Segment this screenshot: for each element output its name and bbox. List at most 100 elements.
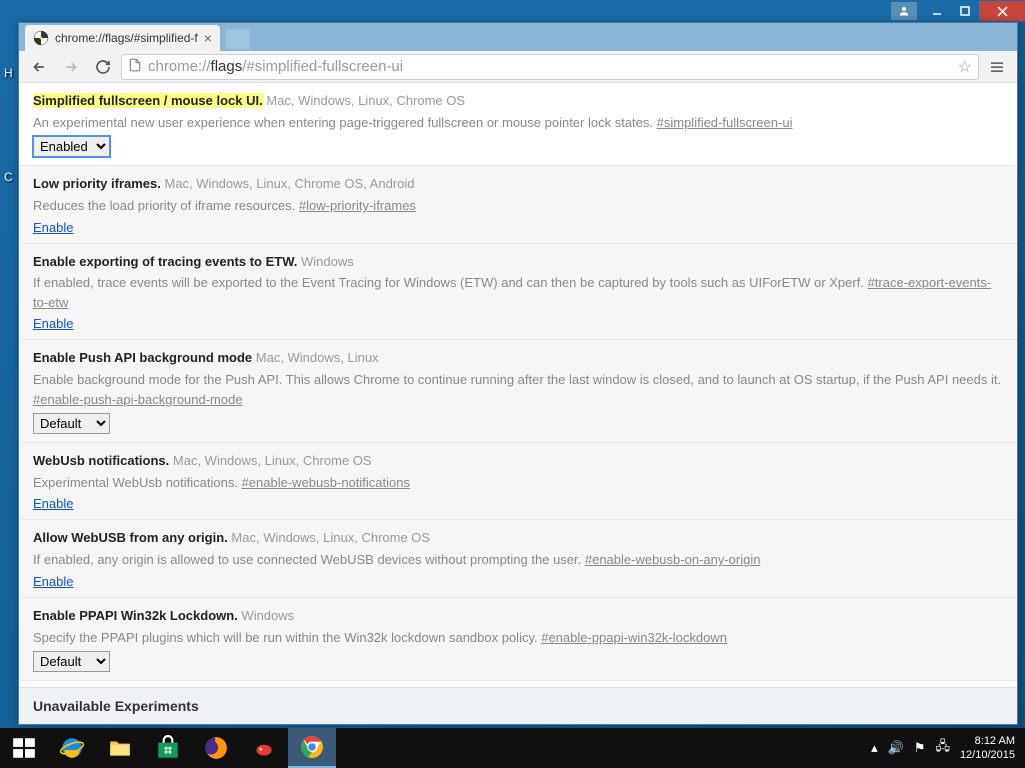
windows-taskbar: ▴ 🔊 ⚑ 🖧 8:12 AM 12/10/2015: [0, 728, 1025, 768]
maximize-button[interactable]: [951, 1, 979, 21]
user-button[interactable]: [891, 2, 917, 20]
experiment-anchor-link[interactable]: #enable-ppapi-win32k-lockdown: [541, 630, 727, 645]
experiment-description: If enabled, trace events will be exporte…: [33, 273, 1003, 312]
chrome-icon: [299, 734, 325, 760]
browser-window: chrome://flags/#simplified-f × chrome://…: [18, 22, 1018, 725]
close-button[interactable]: [979, 1, 1025, 21]
experiment-title: Enable Push API background mode: [33, 350, 252, 365]
arrow-right-icon: [63, 59, 79, 75]
experiment-row: Enable Push API background mode Mac, Win…: [19, 340, 1017, 443]
folder-icon: [107, 735, 133, 761]
experiment-description: An experimental new user experience when…: [33, 113, 1003, 133]
network-icon[interactable]: 🖧: [935, 737, 950, 759]
experiment-row: Enable PPAPI Win32k Lockdown. Windows Sp…: [19, 598, 1017, 681]
start-button[interactable]: [0, 728, 48, 768]
experiment-enable-link[interactable]: Enable: [33, 496, 73, 511]
experiment-anchor-link[interactable]: #enable-webusb-on-any-origin: [585, 552, 761, 567]
experiment-title: Allow WebUSB from any origin.: [33, 530, 228, 545]
forward-button[interactable]: [57, 54, 85, 80]
experiment-description: Experimental WebUsb notifications. #enab…: [33, 473, 1003, 493]
experiment-title: Enable PPAPI Win32k Lockdown.: [33, 608, 238, 623]
experiment-select[interactable]: DefaultEnabledDisabled: [33, 651, 110, 672]
experiment-row: Low priority iframes. Mac, Windows, Linu…: [19, 166, 1017, 243]
page-content[interactable]: Simplified fullscreen / mouse lock UI. M…: [19, 83, 1017, 724]
tab-strip: chrome://flags/#simplified-f ×: [19, 23, 1017, 51]
experiment-anchor-link[interactable]: #enable-push-api-background-mode: [33, 392, 243, 407]
arrow-left-icon: [31, 59, 47, 75]
taskbar-firefox[interactable]: [192, 728, 240, 768]
experiment-title: Simplified fullscreen / mouse lock UI.: [33, 93, 263, 108]
experiment-header: Low priority iframes. Mac, Windows, Linu…: [33, 174, 1003, 195]
hamburger-icon: [989, 59, 1005, 75]
back-button[interactable]: [25, 54, 53, 80]
firefox-icon: [203, 735, 229, 761]
browser-tab[interactable]: chrome://flags/#simplified-f ×: [25, 25, 220, 51]
experiment-row: WebUsb notifications. Mac, Windows, Linu…: [19, 443, 1017, 520]
experiment-select[interactable]: DefaultEnabledDisabled: [33, 136, 110, 157]
experiment-row: Enable exporting of tracing events to ET…: [19, 244, 1017, 341]
experiment-row: Simplified fullscreen / mouse lock UI. M…: [19, 83, 1017, 166]
system-tray: ▴ 🔊 ⚑ 🖧 8:12 AM 12/10/2015: [871, 734, 1025, 763]
page-icon: [128, 58, 142, 75]
experiment-platforms: Mac, Windows, Linux, Chrome OS: [231, 530, 430, 545]
taskbar-store[interactable]: [144, 728, 192, 768]
experiment-anchor-link[interactable]: #trace-export-events-to-etw: [33, 275, 991, 310]
browser-toolbar: chrome://flags/#simplified-fullscreen-ui…: [19, 51, 1017, 83]
experiment-anchor-link[interactable]: #low-priority-iframes: [299, 198, 416, 213]
minimize-icon: [932, 6, 942, 16]
experiment-enable-link[interactable]: Enable: [33, 574, 73, 589]
volume-icon[interactable]: 🔊: [888, 740, 904, 756]
experiment-header: Enable PPAPI Win32k Lockdown. Windows: [33, 606, 1003, 627]
experiment-platforms: Windows: [301, 254, 354, 269]
experiment-anchor-link[interactable]: #simplified-fullscreen-ui: [657, 115, 793, 130]
tray-chevron-icon[interactable]: ▴: [871, 740, 878, 756]
experiment-select[interactable]: DefaultEnabledDisabled: [33, 413, 110, 434]
experiment-title: Low priority iframes.: [33, 176, 161, 191]
experiment-platforms: Mac, Windows, Linux: [256, 350, 379, 365]
address-bar[interactable]: chrome://flags/#simplified-fullscreen-ui…: [121, 54, 979, 80]
desktop-shortcut[interactable]: C: [4, 170, 13, 184]
chrome-menu-button[interactable]: [983, 54, 1011, 80]
ie-icon: [59, 735, 85, 761]
experiment-platforms: Windows: [241, 608, 294, 623]
url-text: chrome://flags/#simplified-fullscreen-ui: [148, 58, 403, 75]
experiment-header: Enable exporting of tracing events to ET…: [33, 252, 1003, 273]
experiment-header: WebUsb notifications. Mac, Windows, Linu…: [33, 451, 1003, 472]
unavailable-header: Unavailable Experiments: [19, 687, 1017, 724]
experiment-platforms: Mac, Windows, Linux, Chrome OS: [266, 93, 465, 108]
experiment-platforms: Mac, Windows, Linux, Chrome OS, Android: [165, 176, 415, 191]
experiment-description: Reduces the load priority of iframe reso…: [33, 196, 1003, 216]
flag-icon[interactable]: ⚑: [914, 740, 926, 756]
tab-title: chrome://flags/#simplified-f: [55, 31, 198, 45]
desktop-shortcut[interactable]: H: [4, 66, 13, 80]
close-icon: [997, 6, 1008, 17]
minimize-button[interactable]: [923, 1, 951, 21]
user-icon: [898, 5, 910, 17]
experiment-anchor-link[interactable]: #enable-webusb-notifications: [242, 475, 410, 490]
taskbar-chrome[interactable]: [288, 728, 336, 768]
experiment-title: WebUsb notifications.: [33, 453, 169, 468]
window-titlebar: [0, 0, 1025, 22]
new-tab-button[interactable]: [226, 29, 250, 49]
bookmark-star-icon[interactable]: ☆: [958, 57, 972, 77]
experiment-description: Enable background mode for the Push API.…: [33, 370, 1003, 409]
candy-icon: [251, 735, 277, 761]
taskbar-ie[interactable]: [48, 728, 96, 768]
reload-button[interactable]: [89, 54, 117, 80]
experiment-title: Enable exporting of tracing events to ET…: [33, 254, 297, 269]
store-icon: [155, 735, 181, 761]
experiment-enable-link[interactable]: Enable: [33, 220, 73, 235]
windows-logo-icon: [11, 735, 37, 761]
tab-close-icon[interactable]: ×: [204, 30, 212, 46]
flags-favicon-icon: [33, 30, 49, 46]
experiment-platforms: Mac, Windows, Linux, Chrome OS: [173, 453, 372, 468]
taskbar-explorer[interactable]: [96, 728, 144, 768]
experiment-description: Specify the PPAPI plugins which will be …: [33, 628, 1003, 648]
taskbar-clock[interactable]: 8:12 AM 12/10/2015: [960, 734, 1015, 763]
taskbar-app[interactable]: [240, 728, 288, 768]
experiment-description: If enabled, any origin is allowed to use…: [33, 550, 1003, 570]
experiment-header: Simplified fullscreen / mouse lock UI. M…: [33, 91, 1003, 112]
experiment-header: Enable Push API background mode Mac, Win…: [33, 348, 1003, 369]
experiment-enable-link[interactable]: Enable: [33, 316, 73, 331]
experiment-row: Allow WebUSB from any origin. Mac, Windo…: [19, 520, 1017, 597]
